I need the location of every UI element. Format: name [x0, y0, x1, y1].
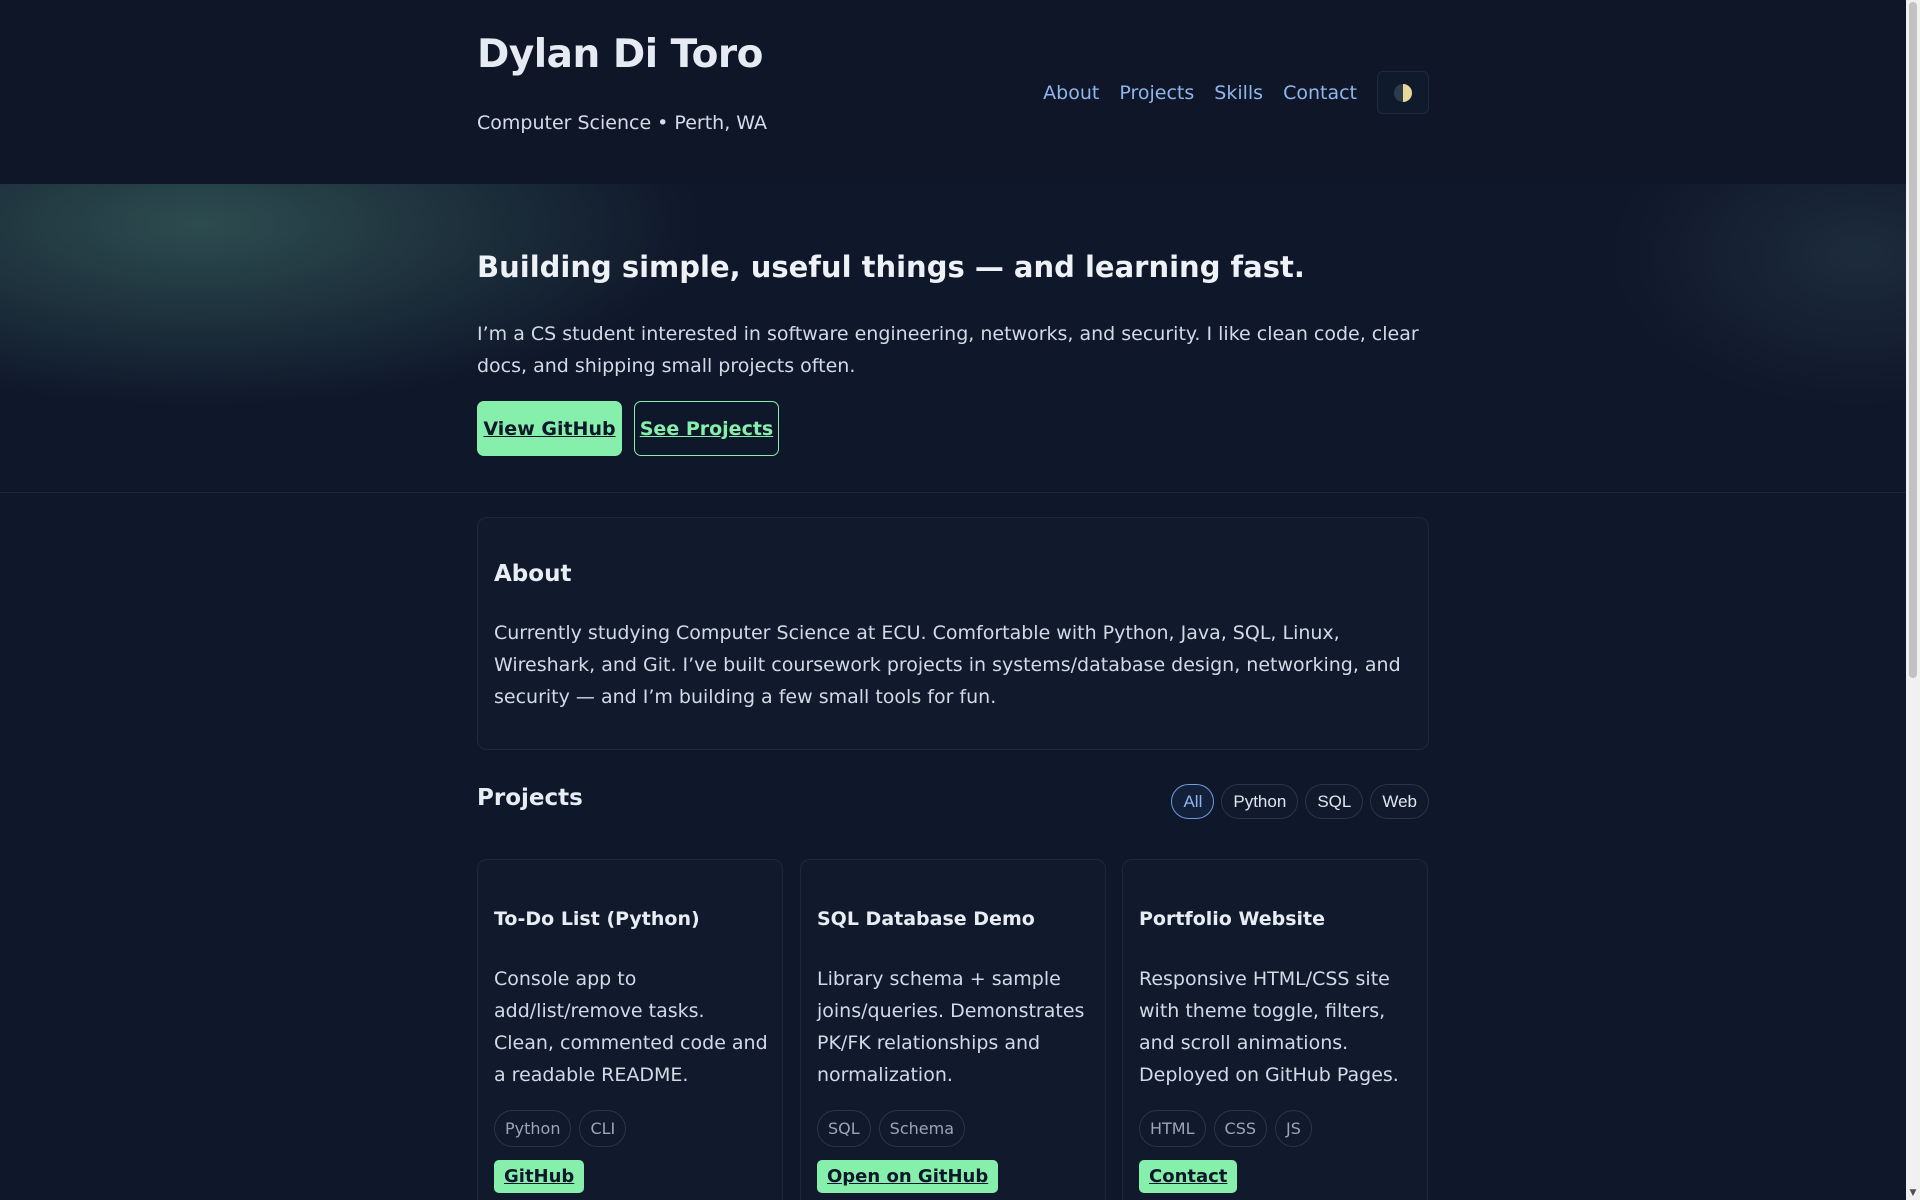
about-text: Currently studying Computer Science at E… — [494, 622, 1401, 708]
site-header: Dylan Di Toro Computer Science • Perth, … — [0, 0, 1920, 184]
nav-link-contact[interactable]: Contact — [1283, 82, 1357, 104]
about-card: About Currently studying Computer Scienc… — [477, 517, 1429, 750]
filter-python[interactable]: Python — [1221, 784, 1299, 819]
hero-buttons: View GitHub See Projects — [477, 401, 779, 456]
project-filters: All Python SQL Web — [1164, 784, 1429, 819]
project-tag: Python — [494, 1110, 572, 1147]
project-tag: JS — [1275, 1110, 1312, 1147]
project-description: Library schema + sample joins/queries. D… — [817, 968, 1085, 1086]
filter-sql[interactable]: SQL — [1305, 784, 1364, 819]
project-title: SQL Database Demo — [817, 908, 1035, 930]
about-heading: About — [494, 561, 572, 587]
project-tags: Python CLI — [494, 1110, 634, 1147]
view-github-button[interactable]: View GitHub — [477, 401, 622, 456]
page-scrollbar[interactable]: ▼ — [1906, 0, 1920, 1200]
project-title: To-Do List (Python) — [494, 908, 700, 930]
project-card: SQL Database Demo Library schema + sampl… — [800, 859, 1106, 1200]
project-description: Responsive HTML/CSS site with theme togg… — [1139, 968, 1399, 1086]
main-nav: About Projects Skills Contact — [1043, 71, 1429, 114]
see-projects-button[interactable]: See Projects — [634, 401, 779, 456]
hero-section: Building simple, useful things — and lea… — [0, 184, 1920, 493]
scrollbar-thumb[interactable] — [1909, 2, 1917, 678]
project-tag: Schema — [878, 1110, 965, 1147]
project-tags: SQL Schema — [817, 1110, 973, 1147]
project-tag: CSS — [1213, 1110, 1268, 1147]
site-subtitle: Computer Science • Perth, WA — [477, 112, 768, 134]
project-card: To-Do List (Python) Console app to add/l… — [477, 859, 783, 1200]
project-card: Portfolio Website Responsive HTML/CSS si… — [1122, 859, 1428, 1200]
project-contact-link[interactable]: Contact — [1139, 1160, 1238, 1193]
project-tag: SQL — [817, 1110, 871, 1147]
filter-web[interactable]: Web — [1370, 784, 1429, 819]
project-open-github-link[interactable]: Open on GitHub — [817, 1160, 999, 1193]
project-title: Portfolio Website — [1139, 908, 1326, 930]
nav-link-about[interactable]: About — [1043, 82, 1099, 104]
half-circle-theme-icon — [1394, 83, 1412, 102]
scroll-down-arrow-icon[interactable]: ▼ — [1908, 1188, 1918, 1198]
filter-all[interactable]: All — [1171, 784, 1215, 819]
project-github-link[interactable]: GitHub — [494, 1160, 585, 1193]
project-tag: CLI — [579, 1110, 627, 1147]
hero-heading: Building simple, useful things — and lea… — [477, 250, 1305, 284]
nav-link-skills[interactable]: Skills — [1214, 82, 1263, 104]
project-tag: HTML — [1139, 1110, 1206, 1147]
theme-toggle-button[interactable] — [1377, 71, 1429, 114]
projects-heading: Projects — [477, 785, 583, 811]
project-description: Console app to add/list/remove tasks. Cl… — [494, 968, 768, 1086]
nav-link-projects[interactable]: Projects — [1119, 82, 1194, 104]
hero-text: I’m a CS student interested in software … — [477, 323, 1419, 377]
site-title: Dylan Di Toro — [477, 32, 763, 77]
project-tags: HTML CSS JS — [1139, 1110, 1320, 1147]
